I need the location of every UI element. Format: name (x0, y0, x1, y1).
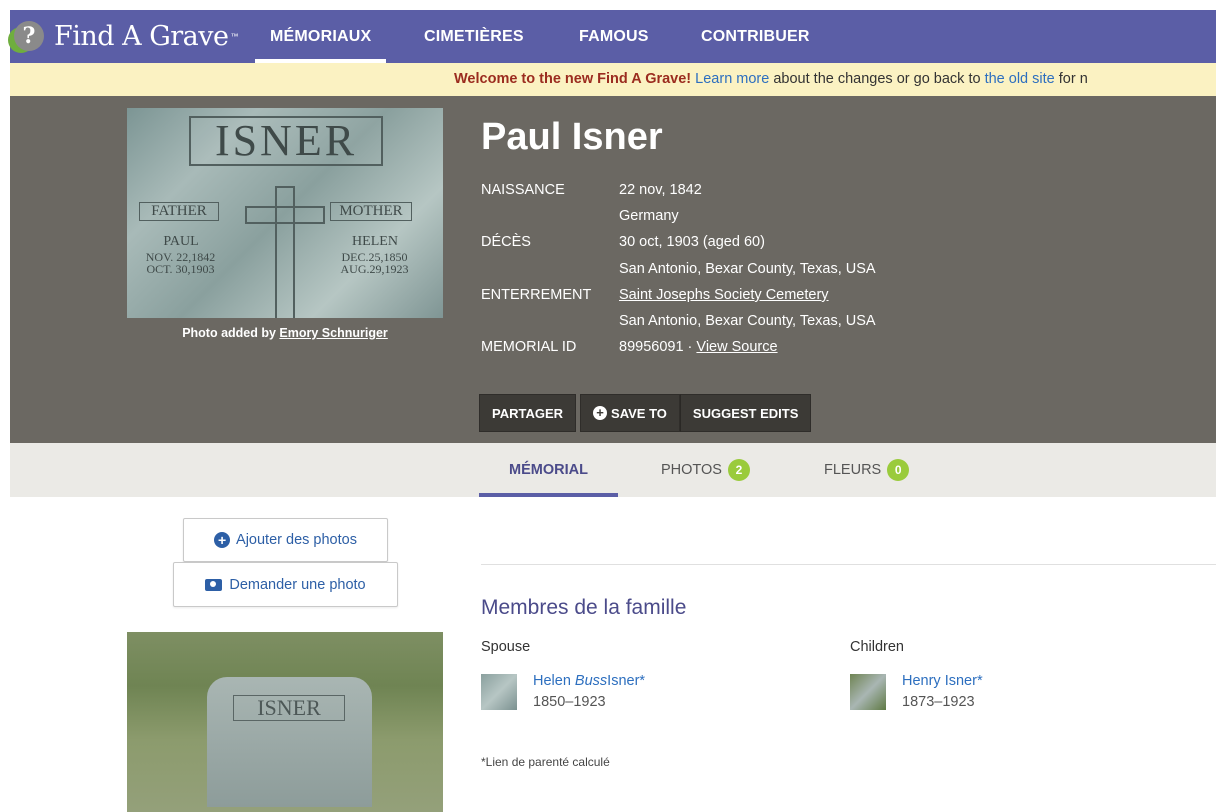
spouse-years: 1850–1923 (533, 694, 606, 710)
request-photo-button[interactable]: Demander une photo (173, 562, 398, 607)
memorial-name: Paul Isner (481, 116, 663, 158)
action-buttons: PARTAGER + SAVE TO SUGGEST EDITS (479, 394, 812, 432)
save-to-button[interactable]: + SAVE TO (580, 394, 680, 432)
child-thumbnail[interactable] (850, 674, 886, 710)
flowers-count-badge: 0 (887, 459, 910, 481)
stone-left-label: FATHER (139, 202, 219, 221)
spouse-name-link[interactable]: Helen BussIsner* (533, 673, 645, 689)
spouse-first-name: Helen (533, 673, 571, 689)
tab-memorial-label: MÉMORIAL (509, 462, 588, 478)
tab-photos[interactable]: PHOTOS 2 (661, 443, 750, 497)
stone-right-name: HELEN (352, 234, 398, 249)
death-date: 30 oct, 1903 (aged 60) (619, 234, 765, 250)
add-photos-button[interactable]: + Ajouter des photos (183, 518, 388, 562)
children-heading: Children (850, 639, 904, 655)
nav-famous-label: FAMOUS (579, 27, 649, 45)
add-circle-icon: + (214, 532, 231, 548)
add-photos-label: Ajouter des photos (236, 532, 357, 548)
burial-label: ENTERREMENT (481, 287, 592, 303)
nav-memorials[interactable]: MÉMORIAUX (255, 10, 387, 63)
gravesite-stone: ISNER (207, 677, 372, 807)
memorial-id-label: MEMORIAL ID (481, 339, 577, 355)
photo-caption-prefix: Photo added by (182, 326, 276, 340)
welcome-banner: Welcome to the new Find A Grave! Learn m… (10, 63, 1216, 96)
photo-contributor-link[interactable]: Emory Schnuriger (279, 326, 387, 340)
section-divider (481, 564, 1216, 565)
nav-cemeteries[interactable]: CIMETIÈRES (424, 10, 524, 63)
memorial-id-separator: · (687, 339, 693, 355)
headstone-photo[interactable]: ISNER FATHER MOTHER PAUL NOV. 22,1842 OC… (127, 108, 443, 318)
logo-question-icon: ? (14, 21, 44, 51)
stone-cross-post (275, 186, 295, 318)
stone-left-name: PAUL (163, 234, 199, 249)
relationship-note: *Lien de parenté calculé (481, 755, 610, 769)
memorial-content: + Ajouter des photos Demander une photo … (10, 497, 1216, 812)
nav-cemeteries-label: CIMETIÈRES (424, 27, 524, 45)
share-button-label: PARTAGER (492, 405, 564, 421)
stone-left-death: OCT. 30,1903 (146, 262, 215, 276)
spouse-thumbnail[interactable] (481, 674, 517, 710)
banner-middle-text: about the changes or go back to (773, 71, 981, 87)
banner-old-site-link[interactable]: the old site (985, 71, 1055, 87)
view-source-link[interactable]: View Source (696, 339, 777, 355)
child-name-link[interactable]: Henry Isner* (902, 673, 983, 689)
photos-count-badge: 2 (727, 459, 750, 481)
tab-flowers[interactable]: FLEURS 0 (824, 443, 910, 497)
request-photo-label: Demander une photo (229, 576, 366, 593)
nav-contribute-label: CONTRIBUER (701, 27, 810, 45)
logo-trademark: ™ (230, 31, 239, 41)
birth-place: Germany (619, 208, 679, 224)
nav-memorials-label: MÉMORIAUX (270, 27, 372, 45)
logo-text: Find A Grave (54, 20, 229, 52)
burial-cemetery-link[interactable]: Saint Josephs Society Cemetery (619, 287, 829, 303)
stone-right-label: MOTHER (330, 202, 412, 221)
burial-place: San Antonio, Bexar County, Texas, USA (619, 313, 876, 329)
photo-caption: Photo added by Emory Schnuriger (127, 326, 443, 340)
spouse-last-name: Isner* (607, 673, 646, 689)
suggest-edits-button[interactable]: SUGGEST EDITS (679, 394, 812, 432)
birth-date: 22 nov, 1842 (619, 182, 702, 198)
family-members-title: Membres de la famille (481, 596, 687, 619)
plus-circle-icon: + (593, 406, 608, 420)
memorial-id-value: 89956091 (619, 339, 684, 355)
gravesite-photo[interactable]: ISNER (127, 632, 443, 812)
death-place: San Antonio, Bexar County, Texas, USA (619, 261, 876, 277)
stone-right-death: AUG.29,1923 (340, 262, 409, 276)
spouse-maiden-name: Buss (574, 673, 608, 689)
memorial-header: ISNER FATHER MOTHER PAUL NOV. 22,1842 OC… (10, 96, 1216, 443)
tab-memorial[interactable]: MÉMORIAL (479, 443, 618, 497)
site-logo[interactable]: ? Find A Grave ™ (14, 16, 239, 56)
camera-icon (205, 578, 223, 591)
gravesite-stone-surname: ISNER (233, 695, 345, 721)
child-years: 1873–1923 (902, 694, 975, 710)
top-nav: ? Find A Grave ™ MÉMORIAUX CIMETIÈRES FA… (10, 10, 1216, 63)
banner-tail-text: for n (1058, 71, 1088, 87)
share-button[interactable]: PARTAGER (479, 394, 577, 432)
banner-learn-more-link[interactable]: Learn more (695, 71, 769, 87)
death-label: DÉCÈS (481, 234, 531, 250)
nav-famous[interactable]: FAMOUS (579, 10, 649, 63)
tabs-bar: MÉMORIAL PHOTOS 2 FLEURS 0 (10, 443, 1216, 497)
suggest-edits-label: SUGGEST EDITS (692, 405, 799, 421)
save-to-label: SAVE TO (611, 405, 667, 421)
tab-photos-label: PHOTOS (661, 462, 722, 478)
tab-flowers-label: FLEURS (824, 462, 882, 478)
birth-label: NAISSANCE (481, 182, 565, 198)
spouse-heading: Spouse (481, 639, 531, 655)
stone-surname: ISNER (189, 116, 383, 166)
banner-welcome: Welcome to the new Find A Grave! (454, 71, 692, 87)
nav-contribute[interactable]: CONTRIBUER (701, 10, 810, 63)
